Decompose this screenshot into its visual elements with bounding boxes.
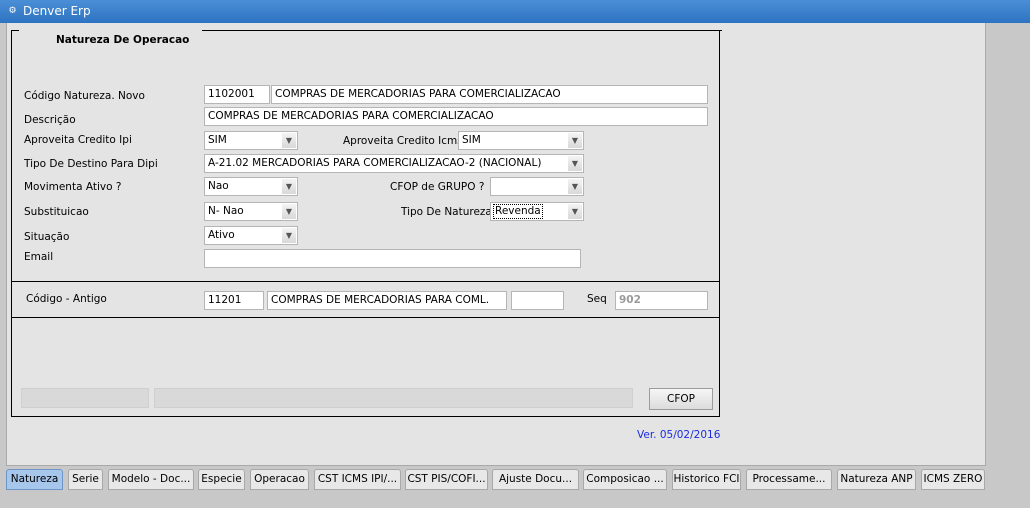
- tab-operacao[interactable]: Operacao: [250, 469, 309, 490]
- aproveita-ipi-value: SIM: [208, 134, 227, 146]
- substituicao-label: Substituicao: [24, 206, 89, 218]
- aproveita-ipi-label: Aproveita Credito Ipi: [24, 134, 132, 146]
- codigo-antigo-input[interactable]: 11201: [204, 291, 264, 310]
- form-area: Natureza De Operacao Código Natureza. No…: [6, 23, 986, 466]
- chevron-down-icon[interactable]: ▼: [568, 204, 582, 219]
- aproveita-ipi-select[interactable]: SIM ▼: [204, 131, 298, 150]
- title-bar: ⚙ Denver Erp: [0, 0, 1030, 23]
- app-icon: ⚙: [8, 6, 17, 16]
- codigo-novo-label: Código Natureza. Novo: [24, 90, 145, 102]
- codigo-antigo-label: Código - Antigo: [26, 293, 107, 305]
- codigo-novo-input[interactable]: 1102001: [204, 85, 270, 104]
- tipo-destino-value: A-21.02 MERCADORIAS PARA COMERCIALIZACAO…: [208, 157, 542, 169]
- tab-processame[interactable]: Processame...: [746, 469, 832, 490]
- movimenta-ativo-label: Movimenta Ativo ?: [24, 181, 122, 193]
- tab-serie[interactable]: Serie: [68, 469, 103, 490]
- tipo-natureza-label: Tipo De Natureza: [401, 206, 492, 218]
- descricao-input[interactable]: COMPRAS DE MERCADORIAS PARA COMERCIALIZA…: [204, 107, 708, 126]
- status-box-left: [21, 388, 149, 408]
- workspace: Natureza De Operacao Código Natureza. No…: [0, 23, 1030, 508]
- tab-natureza[interactable]: Natureza: [6, 469, 63, 490]
- panel-title: Natureza De Operacao: [56, 34, 190, 46]
- tipo-natureza-value: Revenda: [493, 204, 543, 219]
- substituicao-value: N- Nao: [208, 205, 244, 217]
- movimenta-ativo-value: Nao: [208, 180, 229, 192]
- situacao-select[interactable]: Ativo ▼: [204, 226, 298, 245]
- chevron-down-icon[interactable]: ▼: [282, 179, 296, 194]
- tab-modelo-doc[interactable]: Modelo - Doc...: [108, 469, 194, 490]
- chevron-down-icon[interactable]: ▼: [282, 228, 296, 243]
- movimenta-ativo-select[interactable]: Nao ▼: [204, 177, 298, 196]
- chevron-down-icon[interactable]: ▼: [568, 179, 582, 194]
- tipo-destino-select[interactable]: A-21.02 MERCADORIAS PARA COMERCIALIZACAO…: [204, 154, 584, 173]
- tab-ajuste-docu[interactable]: Ajuste Docu...: [492, 469, 579, 490]
- chevron-down-icon[interactable]: ▼: [568, 156, 582, 171]
- situacao-value: Ativo: [208, 229, 235, 241]
- tab-bar: Natureza Serie Modelo - Doc... Especie Opera…: [6, 469, 1006, 491]
- codigo-novo-desc-input[interactable]: COMPRAS DE MERCADORIAS PARA COMERCIALIZA…: [271, 85, 708, 104]
- email-input[interactable]: [204, 249, 581, 268]
- tab-cst-icms-ipi[interactable]: CST ICMS IPI/...: [314, 469, 401, 490]
- tab-especie[interactable]: Especie: [198, 469, 245, 490]
- cfop-grupo-select[interactable]: ▼: [490, 177, 584, 196]
- aproveita-icms-label: Aproveita Credito Icms: [343, 135, 463, 147]
- version-label: Ver. 05/02/2016: [637, 429, 721, 441]
- divider: [12, 281, 720, 282]
- chevron-down-icon[interactable]: ▼: [568, 133, 582, 148]
- status-box-main: [154, 388, 633, 408]
- aproveita-icms-value: SIM: [462, 134, 481, 146]
- divider: [12, 317, 720, 318]
- chevron-down-icon[interactable]: ▼: [282, 133, 296, 148]
- tab-natureza-anp[interactable]: Natureza ANP: [837, 469, 916, 490]
- descricao-label: Descrição: [24, 114, 76, 126]
- natureza-panel: Natureza De Operacao Código Natureza. No…: [11, 30, 722, 417]
- seq-label: Seq: [587, 293, 607, 305]
- tipo-destino-label: Tipo De Destino Para Dipi: [24, 158, 158, 170]
- codigo-antigo-desc-input[interactable]: COMPRAS DE MERCADORIAS PARA COML.: [267, 291, 507, 310]
- window-title: Denver Erp: [23, 4, 91, 18]
- codigo-antigo-extra-input[interactable]: [511, 291, 564, 310]
- tab-historico-fci[interactable]: Historico FCI: [672, 469, 741, 490]
- situacao-label: Situação: [24, 231, 70, 243]
- chevron-down-icon[interactable]: ▼: [282, 204, 296, 219]
- email-label: Email: [24, 251, 54, 263]
- substituicao-select[interactable]: N- Nao ▼: [204, 202, 298, 221]
- tab-cst-pis-cofi[interactable]: CST PIS/COFI...: [405, 469, 488, 490]
- aproveita-icms-select[interactable]: SIM ▼: [458, 131, 584, 150]
- tab-icms-zero[interactable]: ICMS ZERO: [921, 469, 985, 490]
- cfop-grupo-label: CFOP de GRUPO ?: [390, 181, 485, 193]
- seq-input: 902: [615, 291, 708, 310]
- tipo-natureza-select[interactable]: Revenda ▼: [490, 202, 584, 221]
- cfop-button[interactable]: CFOP: [649, 388, 713, 410]
- tab-composicao[interactable]: Composicao ...: [583, 469, 667, 490]
